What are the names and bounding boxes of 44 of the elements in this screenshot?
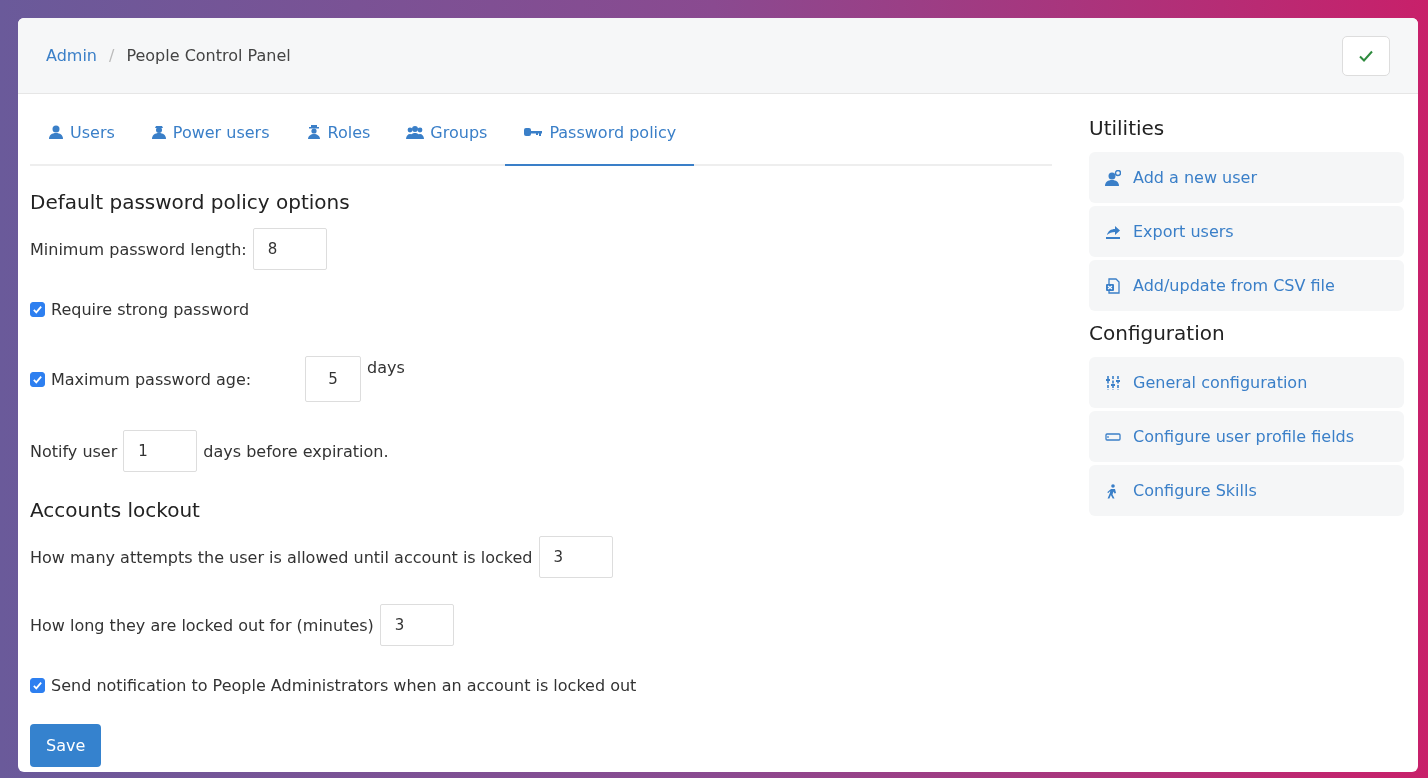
spreadsheet-file-icon: [1105, 277, 1121, 294]
input-field[interactable]: 5: [305, 356, 361, 402]
tab[interactable]: Power users: [132, 100, 288, 166]
field-label: Notify user: [30, 441, 118, 461]
input-field[interactable]: 3: [379, 604, 454, 646]
breadcrumb-separator: /: [109, 46, 115, 65]
field-label: Minimum password length:: [30, 239, 247, 259]
sidebar-link[interactable]: Export users: [1089, 206, 1404, 257]
section-heading: Default password policy options: [30, 190, 351, 214]
section-heading: Accounts lockout: [30, 498, 201, 522]
checkbox[interactable]: [30, 301, 45, 317]
sliders-icon: [1105, 374, 1121, 391]
person-hat-icon: [305, 124, 322, 140]
sidebar-heading: Utilities: [1089, 116, 1166, 140]
field-label: How long they are locked out for (minutes): [30, 615, 374, 635]
tab[interactable]: Users: [30, 100, 133, 166]
checkbox-label: Maximum password age:: [51, 369, 253, 389]
sidebar-link[interactable]: Add a new user: [1089, 152, 1404, 203]
checkbox[interactable]: [30, 371, 45, 387]
group-icon: [406, 124, 425, 140]
user-icon: [48, 124, 64, 140]
export-icon: [1105, 223, 1121, 240]
user-icon: [150, 124, 167, 140]
sidebar-heading: Configuration: [1089, 321, 1226, 345]
checkbox-label: Require strong password: [51, 299, 250, 319]
sidebar-link[interactable]: Configure Skills: [1089, 465, 1404, 516]
add-user-icon: [1105, 169, 1121, 186]
sidebar-link[interactable]: Configure user profile fields: [1089, 411, 1404, 462]
checkbox[interactable]: [30, 677, 45, 693]
input-field[interactable]: 1: [123, 430, 198, 472]
breadcrumb-current: People Control Panel: [126, 46, 291, 65]
tab[interactable]: Roles: [287, 100, 389, 166]
input-field[interactable]: 8: [252, 228, 327, 270]
sidebar-link[interactable]: Add/update from CSV file: [1089, 260, 1404, 311]
tab[interactable]: Groups: [388, 100, 506, 166]
tab[interactable]: Password policy: [505, 100, 695, 166]
input-field[interactable]: 3: [538, 536, 613, 578]
breadcrumb-link[interactable]: Admin: [46, 46, 97, 65]
field-suffix: days: [367, 358, 405, 377]
sidebar-link[interactable]: General configuration: [1089, 357, 1404, 408]
field-suffix: days before expiration.: [203, 441, 389, 461]
field-label: How many attempts the user is allowed until account is locked: [30, 547, 533, 567]
checkbox-label: Send notification to People Administrators when an account is locked out: [51, 675, 637, 695]
save-button[interactable]: Save: [30, 724, 102, 767]
